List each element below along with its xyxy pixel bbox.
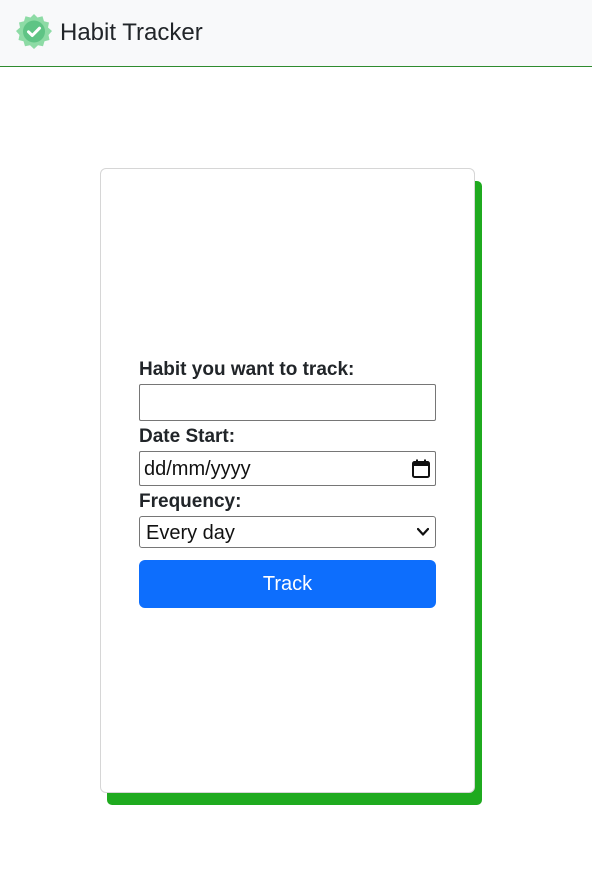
frequency-selected-value: Every day bbox=[146, 522, 235, 544]
calendar-icon[interactable] bbox=[412, 459, 430, 478]
date-placeholder: dd/mm/yyyy bbox=[144, 458, 251, 480]
brand-title[interactable]: Habit Tracker bbox=[60, 17, 203, 49]
frequency-label: Frequency: bbox=[139, 491, 242, 512]
check-badge-icon[interactable] bbox=[15, 13, 53, 51]
habit-input[interactable] bbox=[139, 384, 436, 421]
navbar: Habit Tracker bbox=[0, 0, 592, 67]
chevron-down-icon bbox=[417, 527, 429, 536]
habit-label: Habit you want to track: bbox=[139, 359, 355, 380]
date-start-label: Date Start: bbox=[139, 426, 236, 447]
date-start-input[interactable]: dd/mm/yyyy bbox=[139, 451, 436, 486]
track-button[interactable]: Track bbox=[139, 560, 436, 608]
frequency-select[interactable]: Every day bbox=[139, 516, 436, 548]
